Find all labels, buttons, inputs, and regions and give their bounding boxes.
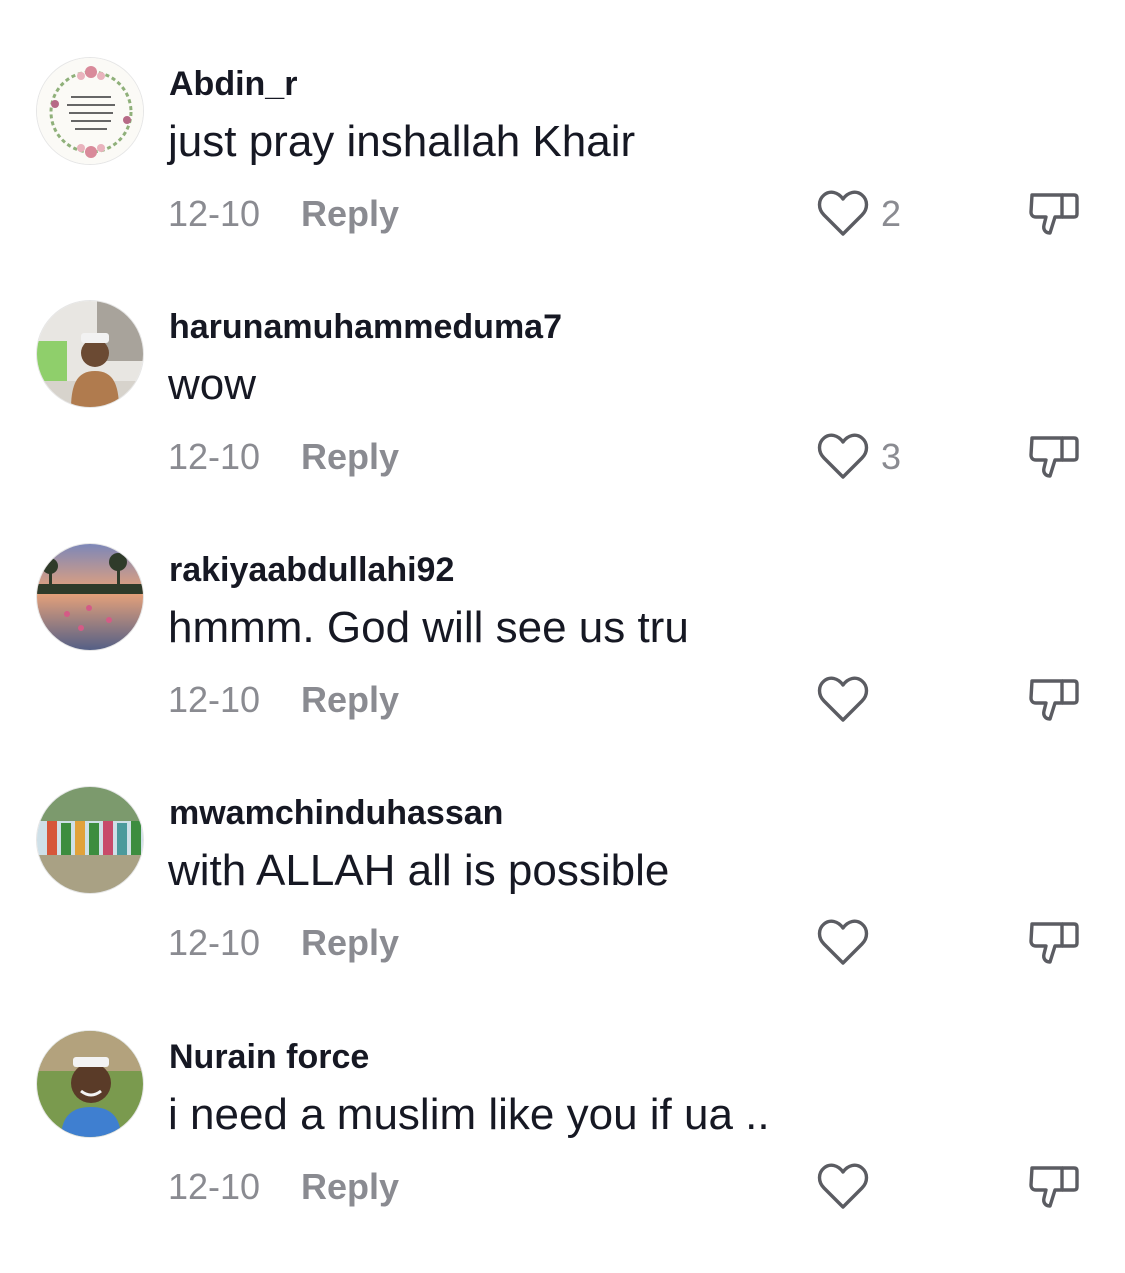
reply-button[interactable]: Reply <box>301 679 399 721</box>
comment-item: rakiyaabdullahi92 hmmm. God will see us … <box>0 543 1125 786</box>
comment-item: Nurain force i need a muslim like you if… <box>0 1030 1125 1273</box>
thumbs-down-outline-icon <box>1028 916 1080 968</box>
reply-button[interactable]: Reply <box>301 922 399 964</box>
avatar[interactable] <box>36 543 144 651</box>
avatar[interactable] <box>36 300 144 408</box>
like-button[interactable]: 2 <box>817 189 901 239</box>
thumbs-down-outline-icon <box>1028 187 1080 239</box>
heart-outline-icon <box>817 190 869 238</box>
comment-username[interactable]: Abdin_r <box>169 65 297 104</box>
like-button[interactable] <box>817 675 881 725</box>
comment-date: 12-10 <box>168 193 261 234</box>
heart-outline-icon <box>817 433 869 481</box>
heart-outline-icon <box>817 919 869 967</box>
comment-date: 12-10 <box>168 436 261 477</box>
comment-text: i need a muslim like you if ua .. <box>168 1090 770 1139</box>
heart-outline-icon <box>817 676 869 724</box>
comment-item: mwamchinduhassan with ALLAH all is possi… <box>0 786 1125 1029</box>
comment-meta: 12-10 Reply <box>168 1166 399 1208</box>
comment-meta: 12-10 Reply <box>168 436 399 478</box>
reply-button[interactable]: Reply <box>301 193 399 235</box>
heart-outline-icon <box>817 1163 869 1211</box>
comment-username[interactable]: Nurain force <box>169 1038 369 1077</box>
comment-meta: 12-10 Reply <box>168 679 399 721</box>
reply-button[interactable]: Reply <box>301 436 399 478</box>
avatar[interactable] <box>36 57 144 165</box>
avatar[interactable] <box>36 1030 144 1138</box>
comment-text: just pray inshallah Khair <box>168 117 636 166</box>
comment-date: 12-10 <box>168 1166 261 1207</box>
like-count: 3 <box>881 436 902 477</box>
thumbs-down-outline-icon <box>1028 430 1080 482</box>
comment-item: Abdin_r just pray inshallah Khair 12-10 … <box>0 57 1125 300</box>
avatar[interactable] <box>36 786 144 894</box>
comment-username[interactable]: harunamuhammeduma7 <box>169 308 562 347</box>
comment-date: 12-10 <box>168 922 261 963</box>
comment-text: with ALLAH all is possible <box>168 846 670 895</box>
like-button[interactable]: 3 <box>817 432 901 482</box>
comment-meta: 12-10 Reply <box>168 922 399 964</box>
like-button[interactable] <box>817 918 881 968</box>
dislike-button[interactable] <box>1028 916 1080 968</box>
comment-text: wow <box>168 360 257 409</box>
comment-date: 12-10 <box>168 679 261 720</box>
thumbs-down-outline-icon <box>1028 1160 1080 1212</box>
like-button[interactable] <box>817 1162 881 1212</box>
dislike-button[interactable] <box>1028 673 1080 725</box>
dislike-button[interactable] <box>1028 430 1080 482</box>
comment-username[interactable]: rakiyaabdullahi92 <box>169 551 454 590</box>
comment-username[interactable]: mwamchinduhassan <box>169 794 503 833</box>
dislike-button[interactable] <box>1028 187 1080 239</box>
like-count: 2 <box>881 193 902 234</box>
reply-button[interactable]: Reply <box>301 1166 399 1208</box>
comment-meta: 12-10 Reply <box>168 193 399 235</box>
comment-text: hmmm. God will see us tru <box>168 603 689 652</box>
dislike-button[interactable] <box>1028 1160 1080 1212</box>
thumbs-down-outline-icon <box>1028 673 1080 725</box>
comment-item: harunamuhammeduma7 wow 12-10 Reply 3 <box>0 300 1125 543</box>
